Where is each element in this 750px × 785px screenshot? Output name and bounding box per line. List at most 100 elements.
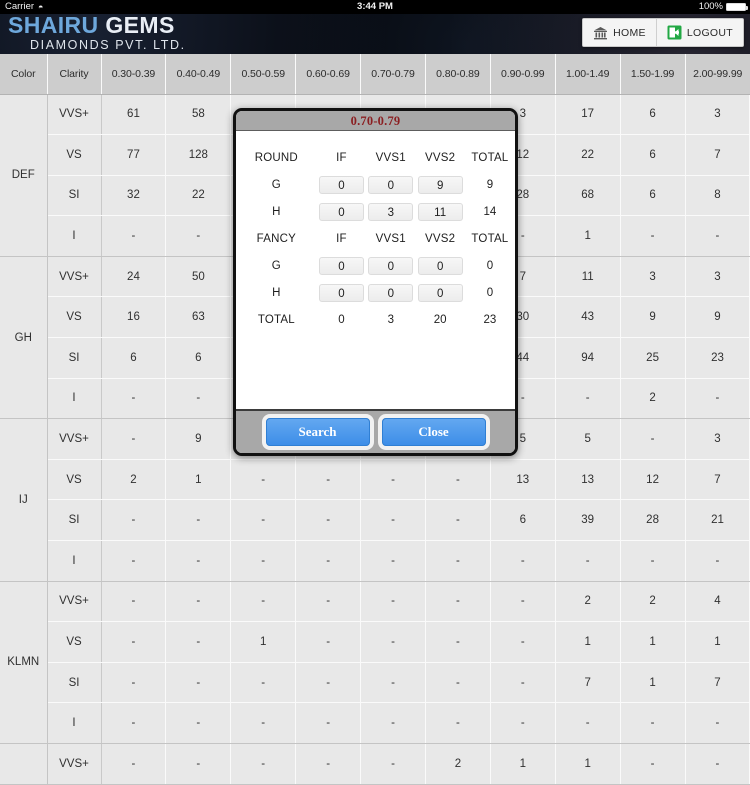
grid-data-cell[interactable]: - [360,621,426,663]
grid-data-cell[interactable]: 9 [165,418,232,460]
modal-input-cell[interactable]: 0 [317,252,366,279]
modal-input-cell[interactable]: 0 [366,252,415,279]
grid-data-cell[interactable]: - [101,743,167,785]
grid-data-cell[interactable]: - [620,215,686,257]
grid-data-cell[interactable]: 4 [685,581,750,623]
grid-data-cell[interactable]: 16 [101,296,167,339]
grid-data-cell[interactable]: 6 [620,134,686,176]
modal-input-field[interactable]: 0 [417,256,463,275]
grid-data-cell[interactable]: 28 [620,499,686,542]
grid-data-cell[interactable]: 7 [685,662,750,704]
grid-data-cell[interactable]: 25 [620,337,686,379]
grid-data-cell[interactable]: 12 [620,459,686,501]
grid-data-cell[interactable]: - [165,621,232,663]
modal-input-cell[interactable]: 0 [366,279,415,306]
grid-data-cell[interactable]: 6 [490,499,556,542]
grid-data-cell[interactable]: 24 [101,256,167,298]
grid-data-cell[interactable]: - [230,499,297,542]
grid-data-cell[interactable]: 1 [555,743,621,785]
modal-input-cell[interactable]: 9 [415,171,464,198]
grid-data-cell[interactable]: - [165,662,232,704]
grid-data-cell[interactable]: 43 [555,296,621,339]
modal-input-cell[interactable]: 0 [317,171,366,198]
grid-data-cell[interactable]: - [230,581,297,623]
grid-data-cell[interactable]: - [425,702,491,744]
grid-data-cell[interactable]: 21 [685,499,750,542]
grid-data-cell[interactable]: 128 [165,134,232,176]
modal-input-field[interactable]: 0 [368,256,414,275]
grid-data-cell[interactable]: - [360,459,426,501]
grid-data-cell[interactable]: 6 [620,175,686,217]
grid-data-cell[interactable]: - [360,743,426,785]
modal-input-cell[interactable]: 0 [415,279,464,306]
grid-data-cell[interactable]: 22 [165,175,232,217]
grid-data-cell[interactable]: - [165,215,232,257]
modal-input-field[interactable]: 0 [417,283,463,302]
grid-data-cell[interactable]: 3 [685,256,750,298]
grid-data-cell[interactable]: - [101,581,167,623]
grid-data-cell[interactable]: - [620,418,686,460]
grid-data-cell[interactable]: 1 [555,621,621,663]
grid-data-cell[interactable]: - [295,499,362,542]
grid-data-cell[interactable]: 7 [555,662,621,704]
grid-data-cell[interactable]: 9 [620,296,686,339]
grid-data-cell[interactable]: 2 [620,378,686,420]
grid-data-cell[interactable]: 6 [101,337,167,379]
grid-data-cell[interactable]: - [295,743,362,785]
grid-data-cell[interactable]: 58 [165,94,232,136]
grid-data-cell[interactable]: - [165,702,232,744]
grid-data-cell[interactable]: - [295,581,362,623]
grid-data-cell[interactable]: 1 [685,621,750,663]
grid-data-cell[interactable]: 1 [620,662,686,704]
grid-data-cell[interactable]: - [230,540,297,582]
grid-data-cell[interactable]: 2 [101,459,167,501]
logout-button[interactable]: LOGOUT [655,19,743,46]
modal-input-cell[interactable]: 0 [415,252,464,279]
grid-data-cell[interactable]: - [555,540,621,582]
grid-data-cell[interactable]: 1 [555,215,621,257]
grid-data-cell[interactable]: - [555,702,621,744]
grid-data-cell[interactable]: 11 [555,256,621,298]
modal-input-field[interactable]: 0 [318,256,364,275]
grid-data-cell[interactable]: 50 [165,256,232,298]
grid-data-cell[interactable]: - [685,378,750,420]
grid-data-cell[interactable]: 68 [555,175,621,217]
grid-data-cell[interactable]: 9 [685,296,750,339]
search-button[interactable]: Search [265,418,370,446]
grid-data-cell[interactable]: - [165,581,232,623]
grid-data-cell[interactable]: 7 [685,134,750,176]
grid-data-cell[interactable]: 13 [555,459,621,501]
home-button[interactable]: HOME [583,19,656,46]
grid-data-cell[interactable]: 7 [685,459,750,501]
grid-data-cell[interactable]: - [425,621,491,663]
grid-data-cell[interactable]: - [360,662,426,704]
modal-input-field[interactable]: 9 [417,175,463,194]
modal-input-cell[interactable]: 3 [366,198,415,225]
grid-data-cell[interactable]: 2 [620,581,686,623]
grid-data-cell[interactable]: - [425,581,491,623]
grid-data-cell[interactable]: 3 [685,418,750,460]
grid-data-cell[interactable]: - [101,499,167,542]
grid-data-cell[interactable]: - [165,743,232,785]
grid-data-cell[interactable]: 6 [620,94,686,136]
grid-data-cell[interactable]: - [230,662,297,704]
grid-data-cell[interactable]: - [165,540,232,582]
grid-data-cell[interactable]: 17 [555,94,621,136]
modal-input-field[interactable]: 0 [318,202,364,221]
grid-data-cell[interactable]: 63 [165,296,232,339]
modal-input-field[interactable]: 0 [318,283,364,302]
grid-data-cell[interactable]: 77 [101,134,167,176]
modal-input-cell[interactable]: 0 [366,171,415,198]
grid-data-cell[interactable]: - [555,378,621,420]
grid-data-cell[interactable]: - [101,662,167,704]
grid-data-cell[interactable]: - [360,581,426,623]
grid-data-cell[interactable]: 6 [165,337,232,379]
grid-data-cell[interactable]: - [295,702,362,744]
grid-data-cell[interactable]: - [165,378,232,420]
grid-data-cell[interactable]: - [490,662,556,704]
grid-data-cell[interactable]: - [101,702,167,744]
grid-data-cell[interactable]: - [295,662,362,704]
grid-data-cell[interactable]: - [360,540,426,582]
grid-data-cell[interactable]: 32 [101,175,167,217]
grid-data-cell[interactable]: - [295,621,362,663]
